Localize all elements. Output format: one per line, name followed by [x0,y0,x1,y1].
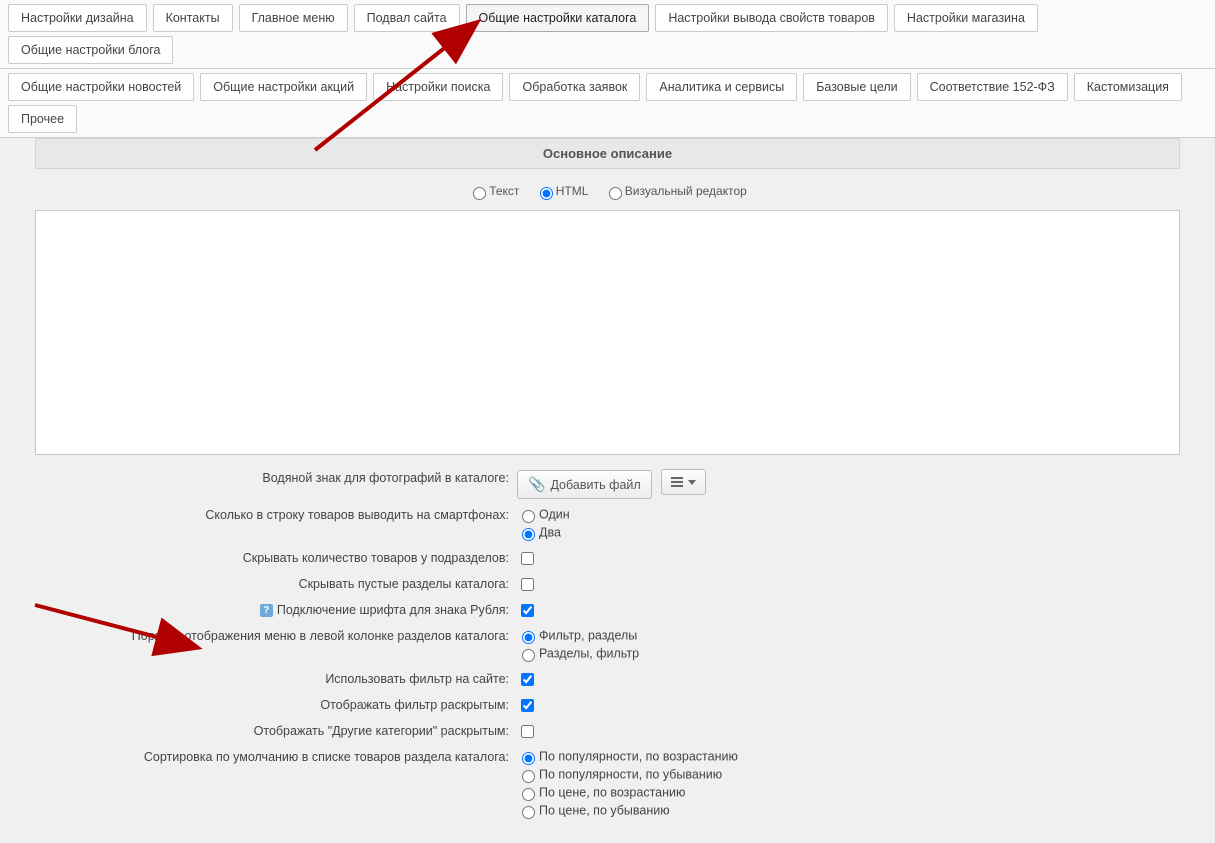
use-filter-label: Использовать фильтр на сайте: [0,669,515,686]
editor-mode-text-radio[interactable] [473,187,486,200]
help-icon[interactable]: ? [260,604,273,617]
tab-tabs2-6[interactable]: Соответствие 152-ФЗ [917,73,1068,101]
tab-tabs1-2[interactable]: Главное меню [239,4,348,32]
tab-tabs2-3[interactable]: Обработка заявок [509,73,640,101]
editor-mode-visual-radio[interactable] [609,187,622,200]
ruble-font-checkbox[interactable] [521,604,534,617]
tab-tabs1-7[interactable]: Общие настройки блога [8,36,173,64]
default-sort-opt3[interactable]: По цене, по возрастанию [517,784,1215,802]
description-textarea[interactable] [35,210,1180,455]
default-sort-opt4[interactable]: По цене, по убыванию [517,802,1215,820]
filter-open-label: Отображать фильтр раскрытым: [0,695,515,712]
default-sort-opt1[interactable]: По популярности, по возрастанию [517,748,1215,766]
hide-count-label: Скрывать количество товаров у подраздело… [0,548,515,565]
smartphone-one[interactable]: Один [517,506,1215,524]
use-filter-checkbox[interactable] [521,673,534,686]
tabs-row-1: Настройки дизайнаКонтактыГлавное менюПод… [0,0,1215,69]
default-sort-label: Сортировка по умолчанию в списке товаров… [0,747,515,764]
tab-tabs1-5[interactable]: Настройки вывода свойств товаров [655,4,888,32]
tab-tabs1-0[interactable]: Настройки дизайна [8,4,147,32]
clip-icon: 📎 [528,476,545,493]
other-cat-open-label: Отображать "Другие категории" раскрытым: [0,721,515,738]
tab-tabs1-3[interactable]: Подвал сайта [354,4,460,32]
hide-empty-checkbox[interactable] [521,578,534,591]
tab-tabs1-4[interactable]: Общие настройки каталога [466,4,650,32]
tab-tabs2-0[interactable]: Общие настройки новостей [8,73,194,101]
ruble-font-label: ?Подключение шрифта для знака Рубля: [0,600,515,617]
editor-mode-text[interactable]: Текст [468,184,519,198]
tabs-row-2: Общие настройки новостейОбщие настройки … [0,69,1215,138]
editor-mode-selector: Текст HTML Визуальный редактор [0,179,1215,205]
editor-mode-html-radio[interactable] [540,187,553,200]
other-cat-open-checkbox[interactable] [521,725,534,738]
smartphone-two[interactable]: Два [517,524,1215,542]
tab-tabs2-5[interactable]: Базовые цели [803,73,910,101]
smartphone-label: Сколько в строку товаров выводить на сма… [0,505,515,522]
tab-tabs2-2[interactable]: Настройки поиска [373,73,503,101]
tab-tabs2-7[interactable]: Кастомизация [1074,73,1182,101]
watermark-label: Водяной знак для фотографий в каталоге: [0,468,515,485]
editor-mode-visual[interactable]: Визуальный редактор [604,184,747,198]
default-sort-opt2[interactable]: По популярности, по убыванию [517,766,1215,784]
section-title: Основное описание [35,138,1180,169]
menu-order-opt1[interactable]: Фильтр, разделы [517,627,1215,645]
menu-order-label: Порядок отображения меню в левой колонке… [0,626,515,643]
file-options-button[interactable] [661,469,706,495]
menu-order-opt2[interactable]: Разделы, фильтр [517,645,1215,663]
add-file-button[interactable]: 📎 Добавить файл [517,470,652,499]
tab-tabs1-1[interactable]: Контакты [153,4,233,32]
editor-mode-html[interactable]: HTML [535,184,589,198]
chevron-down-icon [688,480,696,485]
hide-count-checkbox[interactable] [521,552,534,565]
tab-tabs2-1[interactable]: Общие настройки акций [200,73,367,101]
bars-icon [671,475,683,489]
tab-tabs1-6[interactable]: Настройки магазина [894,4,1038,32]
hide-empty-label: Скрывать пустые разделы каталога: [0,574,515,591]
tab-tabs2-4[interactable]: Аналитика и сервисы [646,73,797,101]
tab-tabs2-8[interactable]: Прочее [8,105,77,133]
